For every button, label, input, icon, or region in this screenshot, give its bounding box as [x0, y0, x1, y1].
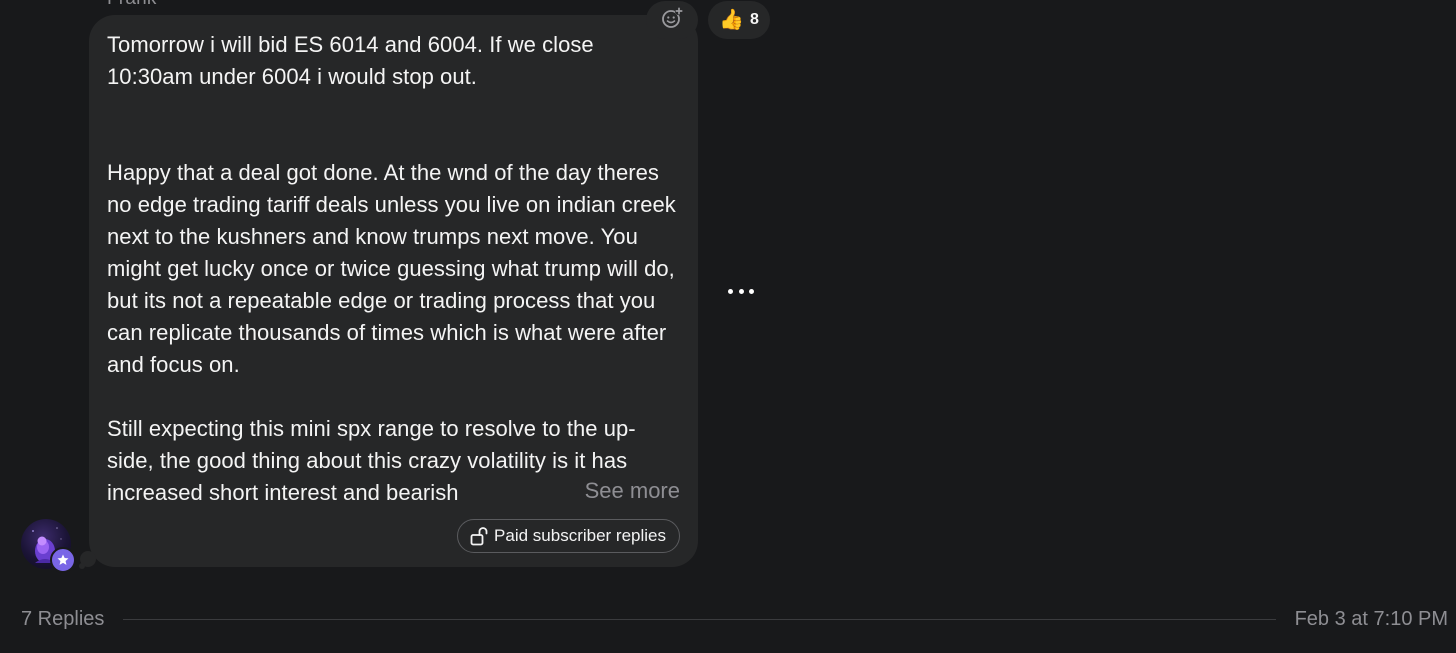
- star-badge-icon: [50, 547, 76, 573]
- message-body: Tomorrow i will bid ES 6014 and 6004. If…: [107, 29, 680, 509]
- thumbs-up-icon: 👍: [719, 9, 744, 31]
- add-reaction-button[interactable]: [646, 1, 698, 39]
- chat-thread: Frank Tomorrow i will bid ES 6014 and 60…: [0, 0, 1456, 653]
- more-horizontal-icon[interactable]: [728, 284, 754, 298]
- timestamp: Feb 3 at 7:10 PM: [1294, 608, 1448, 630]
- add-reaction-icon: [660, 6, 684, 35]
- paid-subscriber-replies-button[interactable]: Paid subscriber replies: [457, 519, 680, 553]
- unlock-icon: [470, 526, 488, 546]
- see-more-link[interactable]: See more: [574, 475, 680, 507]
- bubble-tail-dot: [79, 563, 85, 569]
- thumbs-up-reaction[interactable]: 👍 8: [708, 1, 770, 39]
- message-bubble[interactable]: Tomorrow i will bid ES 6014 and 6004. If…: [89, 1, 770, 567]
- message-paragraph-1: Tomorrow i will bid ES 6014 and 6004. If…: [107, 32, 594, 89]
- reaction-count: 8: [750, 11, 759, 28]
- author-name[interactable]: Frank: [107, 0, 157, 10]
- paid-replies-label: Paid subscriber replies: [494, 526, 666, 545]
- divider: [123, 619, 1276, 620]
- message-paragraph-2: Happy that a deal got done. At the wnd o…: [107, 160, 676, 377]
- replies-count-link[interactable]: 7 Replies: [21, 608, 104, 631]
